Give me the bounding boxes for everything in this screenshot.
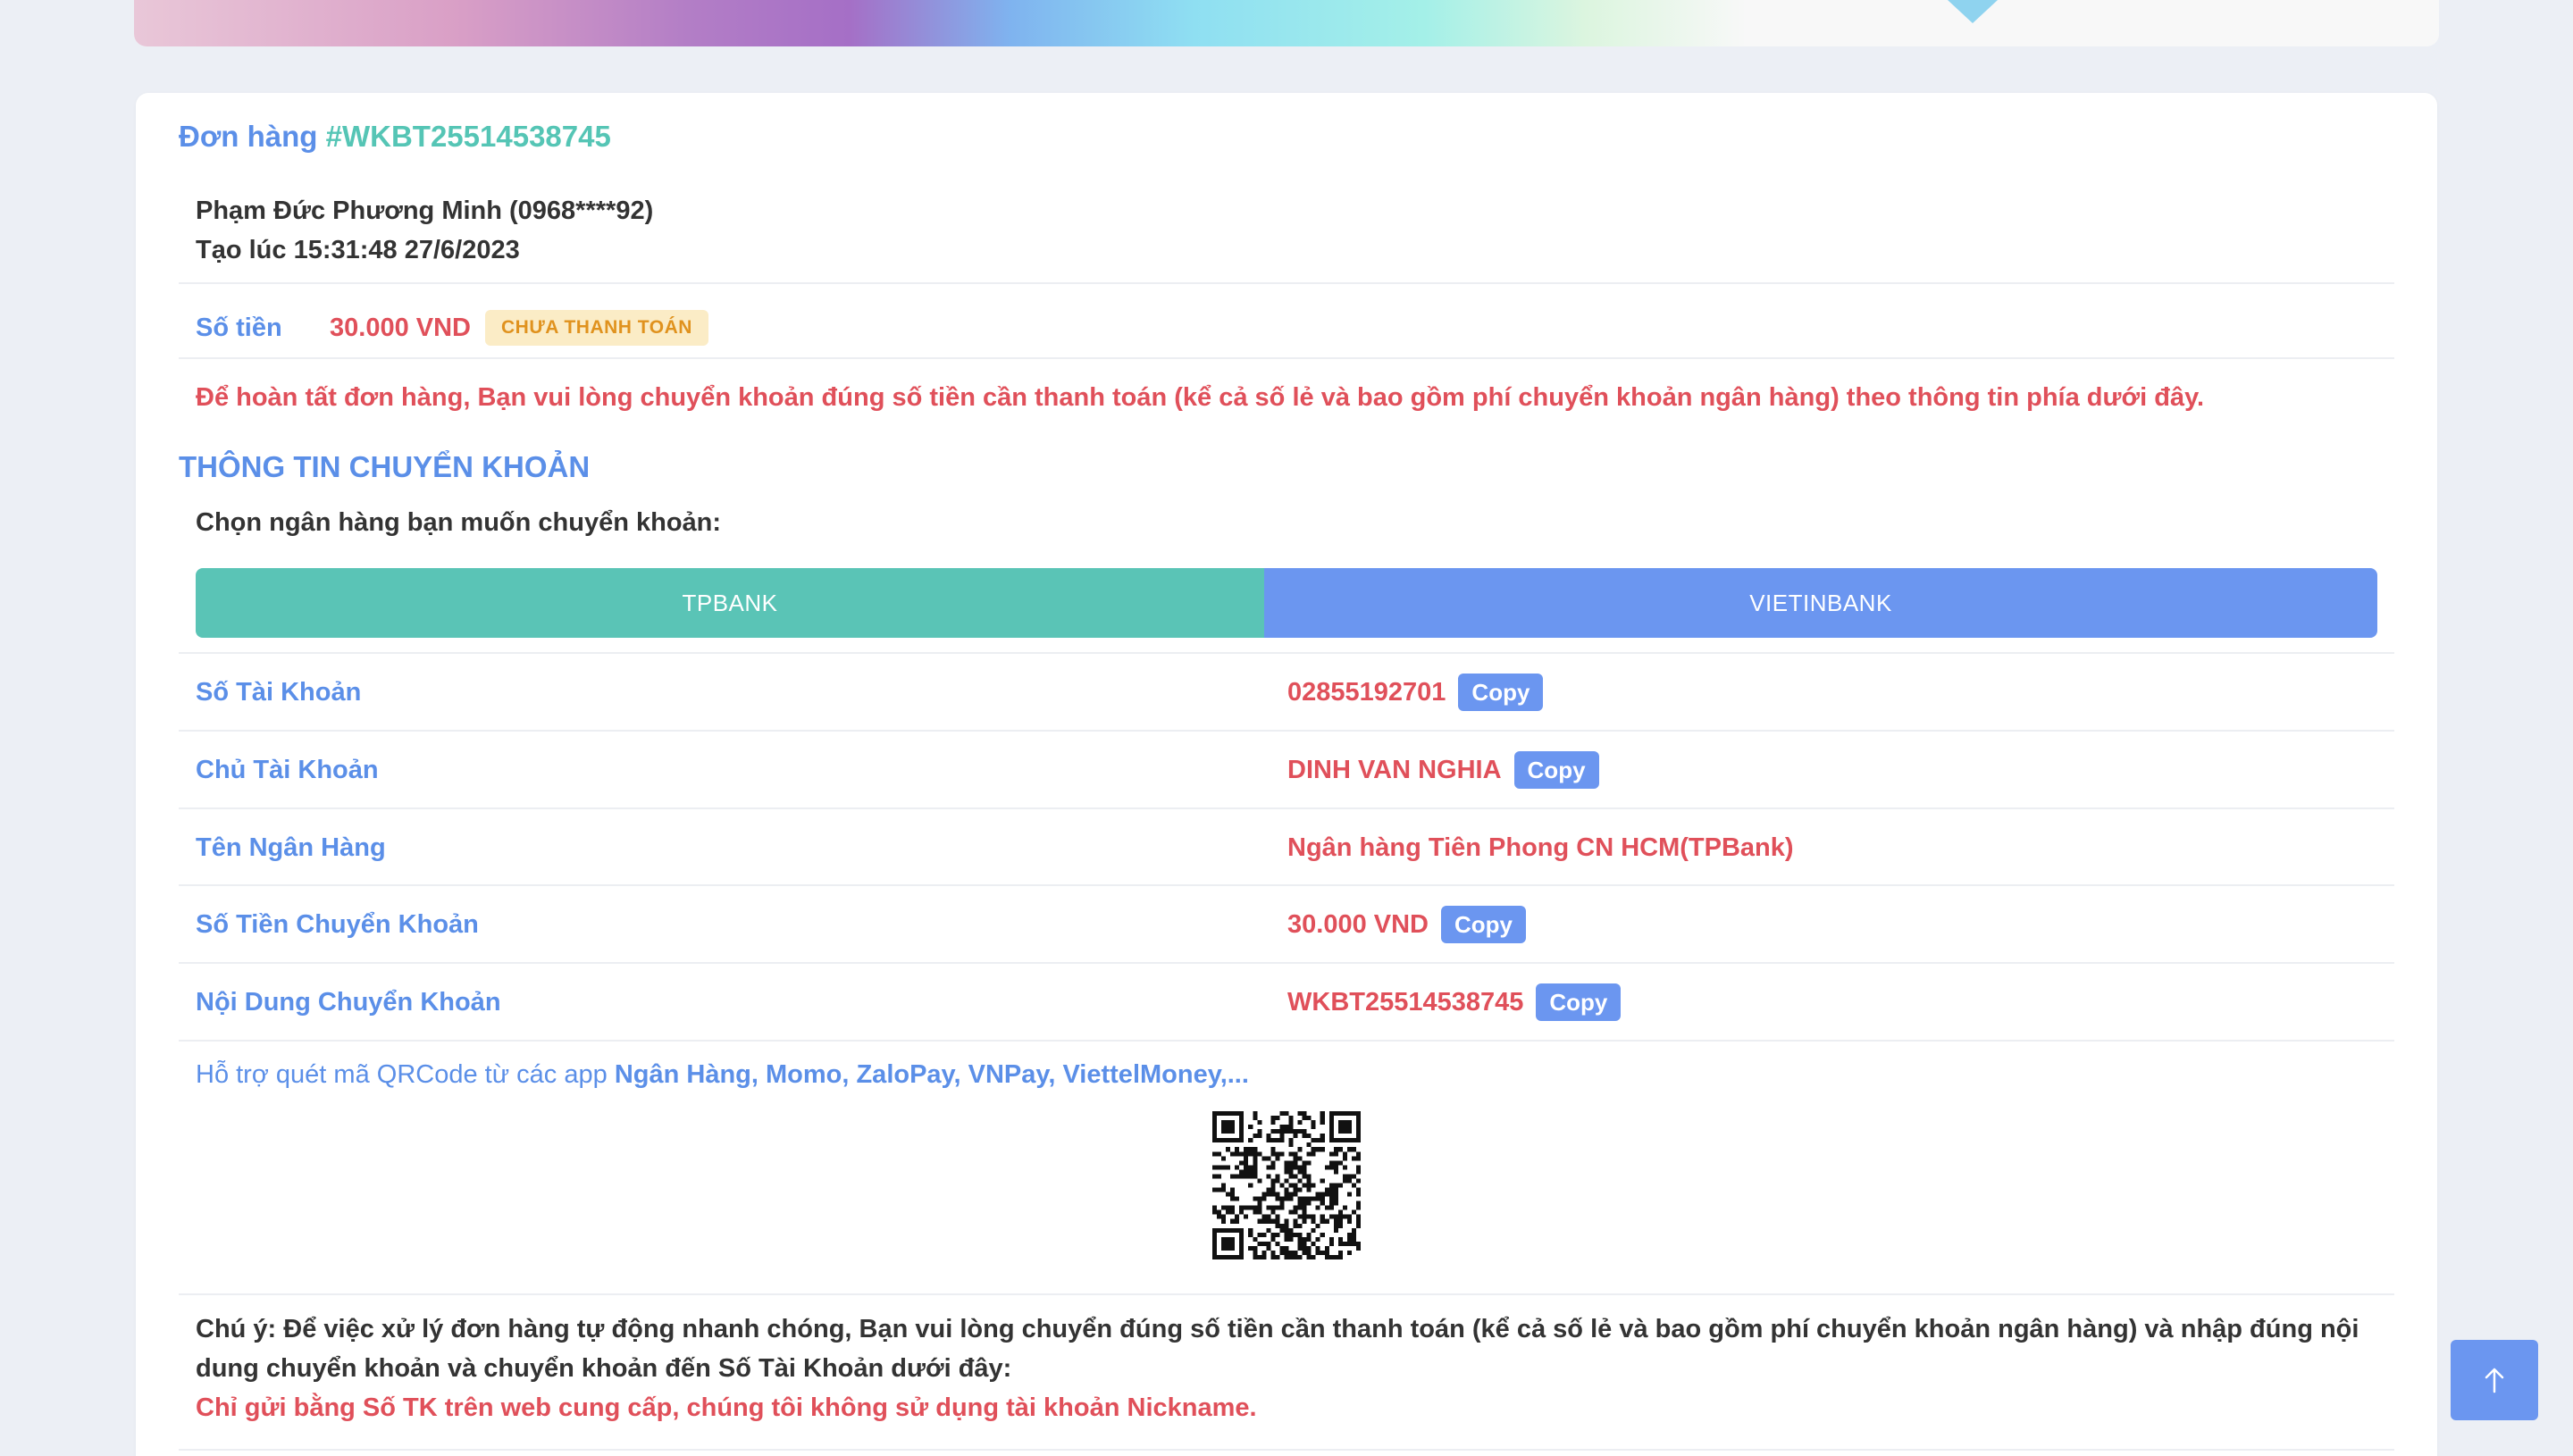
transfer-content-value-wrap: WKBT25514538745 Copy — [1287, 983, 1622, 1021]
qr-hint: Hỗ trợ quét mã QRCode từ các app Ngân Hà… — [196, 1060, 1249, 1090]
customer-name-phone: Phạm Đức Phương Minh (0968****92) — [196, 197, 654, 225]
info-row-transfer-content: Nội Dung Chuyển Khoản WKBT25514538745 Co… — [179, 964, 2394, 1041]
footnote: Chú ý: Để việc xử lý đơn hàng tự động nh… — [196, 1310, 2384, 1427]
account-number-value: 02855192701 — [1287, 677, 1446, 707]
copy-transfer-amount-button[interactable]: Copy — [1441, 906, 1526, 943]
tab-vietinbank[interactable]: VIETINBANK — [1264, 568, 2377, 638]
bank-name-value-wrap: Ngân hàng Tiên Phong CN HCM(TPBank) — [1287, 833, 1794, 863]
divider — [179, 1040, 2394, 1042]
scroll-top-button[interactable] — [2451, 1340, 2538, 1420]
transfer-amount-label: Số Tiền Chuyển Khoản — [196, 909, 479, 939]
account-holder-value-wrap: DINH VAN NGHIA Copy — [1287, 751, 1599, 789]
amount-row: Số tiền 30.000 VND CHƯA THANH TOÁN — [196, 301, 708, 355]
qr-code-icon — [1212, 1111, 1361, 1259]
banner-pointer-icon — [1948, 0, 1998, 23]
amount-value: 30.000 VND — [330, 313, 471, 342]
banner-gradient — [134, 0, 2439, 46]
transfer-content-value: WKBT25514538745 — [1287, 987, 1524, 1017]
arrow-up-icon — [2485, 1368, 2504, 1393]
choose-bank-label: Chọn ngân hàng bạn muốn chuyển khoản: — [196, 508, 722, 537]
divider — [179, 357, 2394, 359]
status-badge: CHƯA THANH TOÁN — [485, 310, 708, 346]
order-title-prefix: Đơn hàng — [179, 120, 318, 153]
copy-account-number-button[interactable]: Copy — [1458, 674, 1544, 711]
transfer-content-label: Nội Dung Chuyển Khoản — [196, 987, 501, 1017]
account-holder-label: Chủ Tài Khoản — [196, 755, 379, 784]
top-banner — [134, 0, 2439, 46]
bank-name-value: Ngân hàng Tiên Phong CN HCM(TPBank) — [1287, 833, 1794, 862]
footnote-warning: Chỉ gửi bằng Số TK trên web cung cấp, ch… — [196, 1393, 1257, 1422]
info-row-bank-name: Tên Ngân Hàng Ngân hàng Tiên Phong CN HC… — [179, 809, 2394, 886]
amount-label: Số tiền — [196, 313, 282, 342]
footnote-text: Chú ý: Để việc xử lý đơn hàng tự động nh… — [196, 1315, 2359, 1383]
divider — [179, 282, 2394, 284]
info-row-transfer-amount: Số Tiền Chuyển Khoản 30.000 VND Copy — [179, 886, 2394, 963]
copy-account-holder-button[interactable]: Copy — [1513, 751, 1599, 789]
copy-transfer-content-button[interactable]: Copy — [1536, 983, 1622, 1021]
info-row-account-holder: Chủ Tài Khoản DINH VAN NGHIA Copy — [179, 732, 2394, 808]
payment-notice: Để hoàn tất đơn hàng, Bạn vui lòng chuyể… — [196, 383, 2205, 412]
transfer-section-title: THÔNG TIN CHUYỂN KHOẢN — [179, 450, 591, 483]
order-card: Đơn hàng #WKBT25514538745 Phạm Đức Phươn… — [136, 93, 2437, 1456]
qr-supported-apps: Ngân Hàng, Momo, ZaloPay, VNPay, Viettel… — [614, 1060, 1249, 1089]
info-row-account-number: Số Tài Khoản 02855192701 Copy — [179, 654, 2394, 731]
bank-name-label: Tên Ngân Hàng — [196, 833, 386, 862]
customer-info: Phạm Đức Phương Minh (0968****92) Tạo lú… — [196, 191, 653, 270]
account-number-value-wrap: 02855192701 Copy — [1287, 674, 1544, 711]
transfer-amount-value: 30.000 VND — [1287, 909, 1429, 939]
qr-hint-text: Hỗ trợ quét mã QRCode từ các app — [196, 1060, 608, 1089]
divider — [179, 1293, 2394, 1295]
order-title: Đơn hàng #WKBT25514538745 — [179, 120, 611, 154]
transfer-amount-value-wrap: 30.000 VND Copy — [1287, 906, 1526, 943]
bank-tabs: TPBANK VIETINBANK — [196, 568, 2377, 638]
tab-tpbank[interactable]: TPBANK — [196, 568, 1264, 638]
order-created-time: Tạo lúc 15:31:48 27/6/2023 — [196, 236, 520, 264]
account-number-label: Số Tài Khoản — [196, 677, 362, 707]
divider — [179, 1449, 2394, 1451]
order-code: #WKBT25514538745 — [325, 120, 611, 153]
account-holder-value: DINH VAN NGHIA — [1287, 755, 1502, 784]
